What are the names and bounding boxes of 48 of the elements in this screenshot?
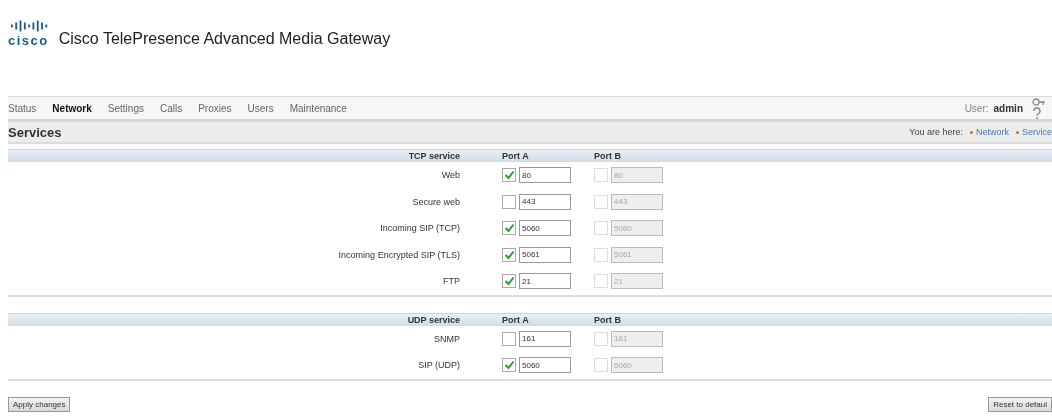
port-field[interactable]: 161	[519, 330, 571, 347]
bullet-icon	[1016, 130, 1019, 134]
checkbox[interactable]	[502, 221, 516, 236]
nav-tab[interactable]: Users	[247, 102, 274, 114]
column-header: Port A	[502, 151, 530, 161]
port-field[interactable]: 5060	[519, 357, 571, 374]
checkbox[interactable]	[502, 168, 516, 183]
column-header: Port A	[502, 314, 530, 325]
service-label: FTP	[442, 276, 460, 287]
help-icon[interactable]	[1032, 107, 1042, 119]
column-header: Port B	[594, 151, 622, 161]
checkbox[interactable]	[502, 247, 516, 262]
checkbox[interactable]	[502, 274, 516, 289]
apply-button[interactable]: Apply changes	[8, 396, 71, 412]
breadcrumb-link[interactable]: Service	[1022, 127, 1052, 137]
nav-tab[interactable]: Status	[8, 102, 37, 114]
service-label: Incoming Encrypted SIP (TLS)	[337, 249, 460, 260]
user-name: admin	[993, 102, 1023, 114]
page-title: Services	[8, 124, 62, 140]
nav-tab[interactable]: Network	[52, 102, 92, 114]
service-label: SNMP	[433, 333, 460, 344]
column-header: Port B	[594, 314, 622, 325]
checkbox[interactable]	[502, 194, 516, 209]
column-header: TCP service	[407, 151, 460, 161]
nav-tab[interactable]: Proxies	[198, 102, 232, 114]
logo-bars-icon	[10, 20, 48, 32]
port-field[interactable]: 5061	[519, 246, 571, 263]
breadcrumb-link[interactable]: Network	[975, 127, 1009, 137]
port-field[interactable]: 21	[519, 273, 571, 290]
service-label: Web	[440, 170, 460, 181]
service-label: Secure web	[411, 196, 460, 207]
reset-button[interactable]: Reset to defaul	[988, 396, 1052, 412]
checkbox[interactable]	[502, 358, 516, 373]
nav-tab[interactable]: Maintenance	[289, 102, 347, 114]
service-label: Incoming SIP (TCP)	[379, 223, 460, 234]
column-header: UDP service	[406, 314, 460, 325]
port-field[interactable]: 5060	[519, 220, 571, 237]
bullet-icon	[969, 130, 973, 134]
nav-tab[interactable]: Settings	[107, 102, 144, 114]
app-title: Cisco TelePresence Advanced Media Gateway	[58, 31, 391, 47]
logo-text: cisco	[8, 34, 49, 48]
checkbox[interactable]	[502, 331, 516, 346]
port-field[interactable]: 443	[519, 193, 571, 210]
service-label: SIP (UDP)	[417, 360, 460, 371]
port-field[interactable]: 80	[519, 167, 571, 184]
user-label: User:	[964, 102, 989, 114]
nav-tab[interactable]: Calls	[159, 102, 183, 114]
breadcrumb-label: You are here:	[909, 127, 963, 137]
